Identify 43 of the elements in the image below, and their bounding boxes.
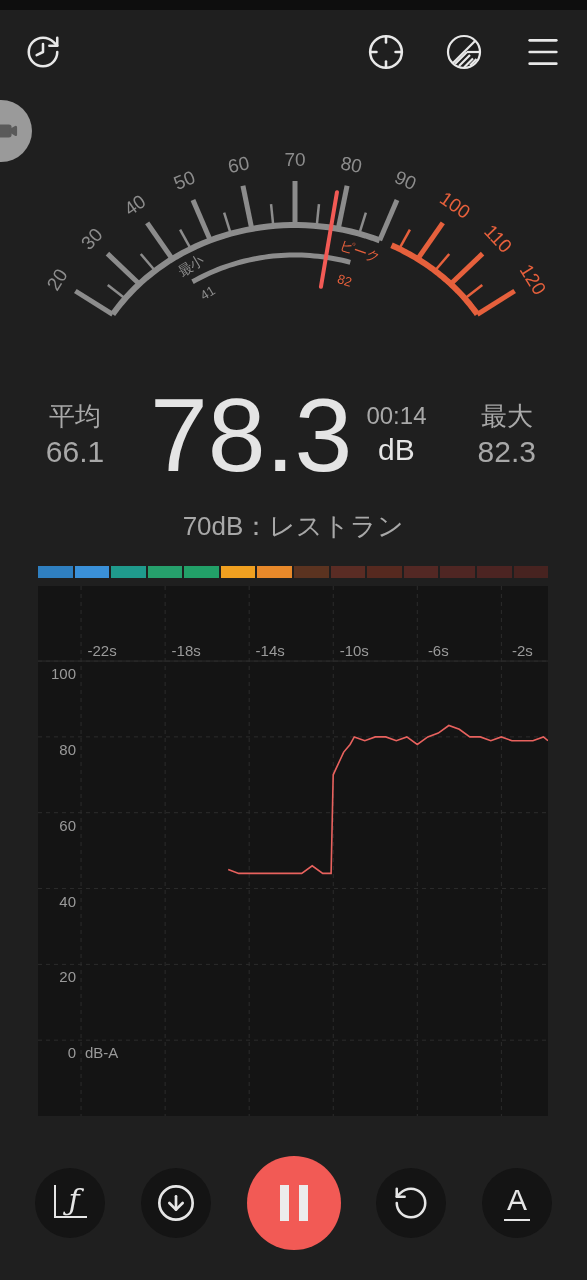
x-tick-label: -18s: [171, 642, 201, 659]
scale-label: 60: [226, 152, 252, 178]
calibrate-icon[interactable]: [367, 33, 405, 71]
current-level: 78.3: [150, 383, 353, 487]
maximum-value: 82.3: [477, 433, 536, 470]
level-unit: dB: [378, 432, 415, 469]
scale-label: 100: [436, 187, 475, 223]
maximum-label: 最大: [480, 400, 533, 433]
scale-label: 70: [284, 149, 306, 170]
minimum-label: 最小: [174, 251, 207, 280]
weighting-button[interactable]: A: [482, 1168, 552, 1238]
peak-reading: 82: [335, 271, 354, 290]
average-label: 平均: [49, 400, 101, 433]
scale-label: 120: [515, 260, 551, 299]
contrast-icon[interactable]: [446, 34, 482, 70]
y-tick-label: 40: [59, 892, 76, 910]
scale-label: 80: [338, 152, 364, 178]
reference-text: 70dB：レストラン: [181, 510, 406, 543]
y-tick-label: 0: [67, 1044, 76, 1062]
peak-label: ピーク: [337, 236, 383, 266]
download-icon: [155, 1183, 196, 1223]
x-tick-label: -14s: [255, 642, 285, 659]
pause-icon: [279, 1185, 308, 1221]
minimum-reading: 41: [197, 282, 218, 303]
x-tick-label: -22s: [87, 642, 117, 659]
y-tick-label: 20: [59, 968, 76, 986]
scale-label: 20: [42, 265, 72, 295]
scale-label: 90: [391, 166, 420, 194]
scale-label: 110: [480, 220, 517, 257]
x-tick-label: -6s: [427, 642, 449, 659]
average-value: 66.1: [45, 433, 105, 470]
curve-button[interactable]: ƒ: [35, 1168, 105, 1238]
y-tick-label: 80: [59, 740, 76, 758]
scale-label: 40: [120, 190, 150, 220]
x-tick-label: -2s: [511, 642, 533, 659]
axes-icon: [53, 1185, 89, 1219]
scale-label: 50: [170, 166, 199, 194]
elapsed-time: 00:14: [366, 401, 427, 432]
scale-label: 30: [77, 223, 107, 254]
axis-unit: dB-A: [85, 1044, 119, 1062]
y-tick-label: 60: [59, 816, 76, 834]
x-tick-label: -10s: [339, 642, 369, 659]
y-tick-label: 100: [50, 665, 76, 683]
